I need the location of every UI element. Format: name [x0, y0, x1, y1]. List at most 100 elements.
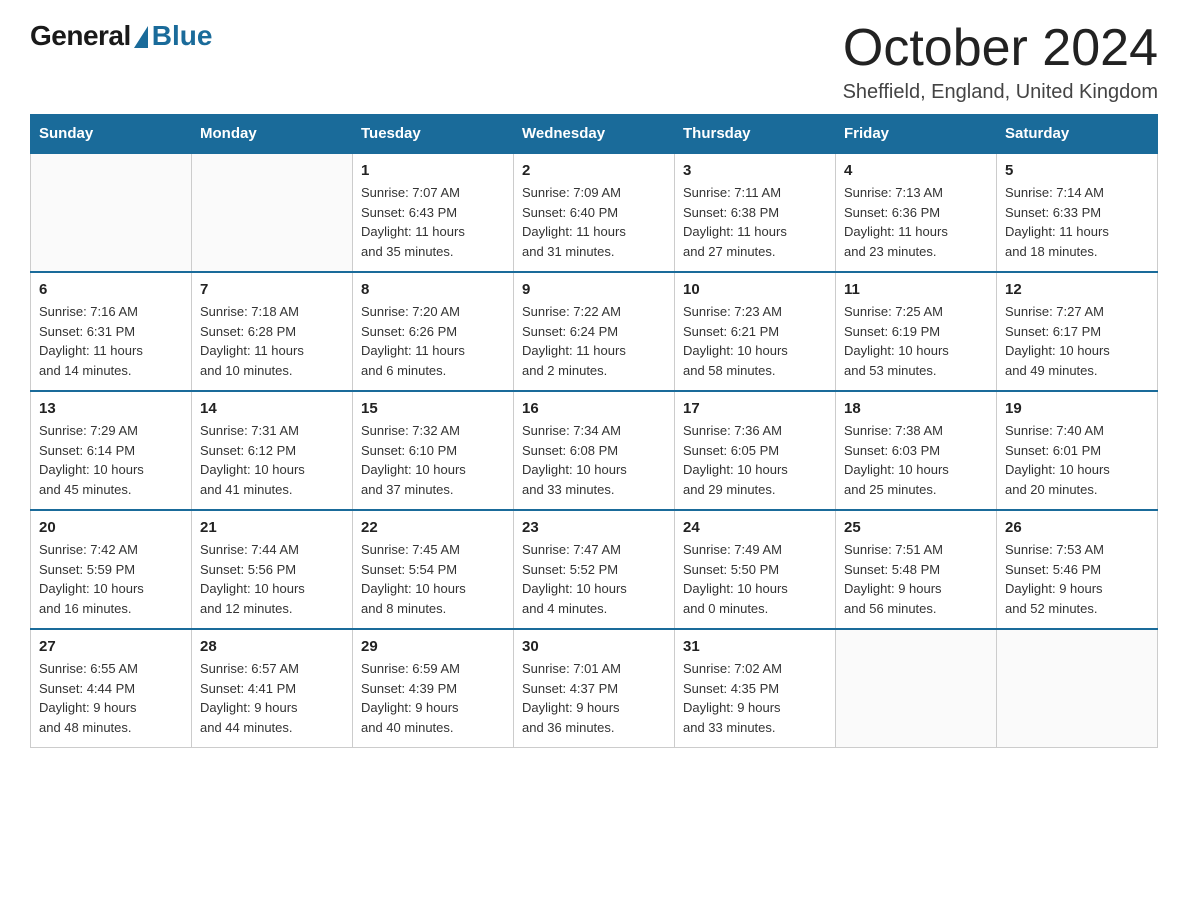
day-number: 16 [522, 400, 666, 417]
day-info: Sunrise: 7:22 AM Sunset: 6:24 PM Dayligh… [522, 302, 666, 380]
weekday-header-thursday: Thursday [675, 115, 836, 154]
day-number: 6 [39, 281, 183, 298]
location-label: Sheffield, England, United Kingdom [843, 81, 1158, 104]
calendar-header-row: SundayMondayTuesdayWednesdayThursdayFrid… [31, 115, 1158, 154]
day-number: 8 [361, 281, 505, 298]
day-info: Sunrise: 7:25 AM Sunset: 6:19 PM Dayligh… [844, 302, 988, 380]
calendar-cell: 22 Sunrise: 7:45 AM Sunset: 5:54 PM Dayli… [353, 510, 514, 629]
day-number: 4 [844, 162, 988, 179]
calendar-cell: 12 Sunrise: 7:27 AM Sunset: 6:17 PM Dayli… [997, 272, 1158, 391]
day-info: Sunrise: 7:34 AM Sunset: 6:08 PM Dayligh… [522, 421, 666, 499]
day-info: Sunrise: 7:11 AM Sunset: 6:38 PM Dayligh… [683, 183, 827, 261]
day-number: 10 [683, 281, 827, 298]
calendar-cell: 18 Sunrise: 7:38 AM Sunset: 6:03 PM Dayli… [836, 391, 997, 510]
day-number: 2 [522, 162, 666, 179]
logo-triangle-icon [134, 26, 148, 48]
day-info: Sunrise: 7:49 AM Sunset: 5:50 PM Dayligh… [683, 540, 827, 618]
calendar-cell: 17 Sunrise: 7:36 AM Sunset: 6:05 PM Dayli… [675, 391, 836, 510]
day-info: Sunrise: 7:32 AM Sunset: 6:10 PM Dayligh… [361, 421, 505, 499]
page-header: General Blue October 2024 Sheffield, Eng… [30, 20, 1158, 104]
day-info: Sunrise: 7:51 AM Sunset: 5:48 PM Dayligh… [844, 540, 988, 618]
day-info: Sunrise: 6:59 AM Sunset: 4:39 PM Dayligh… [361, 659, 505, 737]
calendar-table: SundayMondayTuesdayWednesdayThursdayFrid… [30, 114, 1158, 748]
day-info: Sunrise: 7:09 AM Sunset: 6:40 PM Dayligh… [522, 183, 666, 261]
day-info: Sunrise: 7:20 AM Sunset: 6:26 PM Dayligh… [361, 302, 505, 380]
day-number: 15 [361, 400, 505, 417]
calendar-week-row: 27Sunrise: 6:55 AM Sunset: 4:44 PM Dayli… [31, 629, 1158, 748]
calendar-cell: 19 Sunrise: 7:40 AM Sunset: 6:01 PM Dayli… [997, 391, 1158, 510]
day-number: 19 [1005, 400, 1149, 417]
calendar-cell: 8 Sunrise: 7:20 AM Sunset: 6:26 PM Daylig… [353, 272, 514, 391]
calendar-cell: 11 Sunrise: 7:25 AM Sunset: 6:19 PM Dayli… [836, 272, 997, 391]
day-number: 12 [1005, 281, 1149, 298]
day-number: 7 [200, 281, 344, 298]
day-number: 25 [844, 519, 988, 536]
calendar-cell: 10Sunrise: 7:23 AM Sunset: 6:21 PM Dayli… [675, 272, 836, 391]
day-number: 5 [1005, 162, 1149, 179]
calendar-cell: 5 Sunrise: 7:14 AM Sunset: 6:33 PM Daylig… [997, 153, 1158, 272]
day-number: 1 [361, 162, 505, 179]
weekday-header-monday: Monday [192, 115, 353, 154]
day-info: Sunrise: 6:55 AM Sunset: 4:44 PM Dayligh… [39, 659, 183, 737]
calendar-cell: 9 Sunrise: 7:22 AM Sunset: 6:24 PM Daylig… [514, 272, 675, 391]
day-info: Sunrise: 7:14 AM Sunset: 6:33 PM Dayligh… [1005, 183, 1149, 261]
calendar-cell: 3 Sunrise: 7:11 AM Sunset: 6:38 PM Daylig… [675, 153, 836, 272]
calendar-cell: 2 Sunrise: 7:09 AM Sunset: 6:40 PM Daylig… [514, 153, 675, 272]
logo-blue-text: Blue [152, 20, 213, 52]
day-info: Sunrise: 7:29 AM Sunset: 6:14 PM Dayligh… [39, 421, 183, 499]
calendar-cell: 7 Sunrise: 7:18 AM Sunset: 6:28 PM Daylig… [192, 272, 353, 391]
day-number: 22 [361, 519, 505, 536]
day-info: Sunrise: 7:27 AM Sunset: 6:17 PM Dayligh… [1005, 302, 1149, 380]
day-number: 21 [200, 519, 344, 536]
day-info: Sunrise: 7:13 AM Sunset: 6:36 PM Dayligh… [844, 183, 988, 261]
day-number: 17 [683, 400, 827, 417]
day-info: Sunrise: 6:57 AM Sunset: 4:41 PM Dayligh… [200, 659, 344, 737]
day-info: Sunrise: 7:18 AM Sunset: 6:28 PM Dayligh… [200, 302, 344, 380]
day-number: 31 [683, 638, 827, 655]
calendar-cell: 24 Sunrise: 7:49 AM Sunset: 5:50 PM Dayli… [675, 510, 836, 629]
weekday-header-tuesday: Tuesday [353, 115, 514, 154]
day-info: Sunrise: 7:16 AM Sunset: 6:31 PM Dayligh… [39, 302, 183, 380]
title-section: October 2024 Sheffield, England, United … [843, 20, 1158, 104]
calendar-cell: 26Sunrise: 7:53 AM Sunset: 5:46 PM Dayli… [997, 510, 1158, 629]
calendar-cell: 27Sunrise: 6:55 AM Sunset: 4:44 PM Dayli… [31, 629, 192, 748]
calendar-cell: 15 Sunrise: 7:32 AM Sunset: 6:10 PM Dayli… [353, 391, 514, 510]
calendar-week-row: 6 Sunrise: 7:16 AM Sunset: 6:31 PM Daylig… [31, 272, 1158, 391]
calendar-cell [836, 629, 997, 748]
day-number: 3 [683, 162, 827, 179]
calendar-week-row: 13 Sunrise: 7:29 AM Sunset: 6:14 PM Dayli… [31, 391, 1158, 510]
logo: General Blue [30, 20, 212, 52]
day-number: 14 [200, 400, 344, 417]
day-info: Sunrise: 7:01 AM Sunset: 4:37 PM Dayligh… [522, 659, 666, 737]
day-number: 23 [522, 519, 666, 536]
calendar-cell: 16 Sunrise: 7:34 AM Sunset: 6:08 PM Dayli… [514, 391, 675, 510]
day-info: Sunrise: 7:31 AM Sunset: 6:12 PM Dayligh… [200, 421, 344, 499]
calendar-cell: 29 Sunrise: 6:59 AM Sunset: 4:39 PM Dayli… [353, 629, 514, 748]
calendar-week-row: 20Sunrise: 7:42 AM Sunset: 5:59 PM Dayli… [31, 510, 1158, 629]
day-number: 9 [522, 281, 666, 298]
calendar-cell: 31 Sunrise: 7:02 AM Sunset: 4:35 PM Dayli… [675, 629, 836, 748]
day-number: 18 [844, 400, 988, 417]
day-info: Sunrise: 7:36 AM Sunset: 6:05 PM Dayligh… [683, 421, 827, 499]
day-number: 13 [39, 400, 183, 417]
calendar-cell: 21Sunrise: 7:44 AM Sunset: 5:56 PM Dayli… [192, 510, 353, 629]
day-info: Sunrise: 7:02 AM Sunset: 4:35 PM Dayligh… [683, 659, 827, 737]
day-number: 30 [522, 638, 666, 655]
calendar-cell: 23 Sunrise: 7:47 AM Sunset: 5:52 PM Dayli… [514, 510, 675, 629]
day-info: Sunrise: 7:47 AM Sunset: 5:52 PM Dayligh… [522, 540, 666, 618]
calendar-cell: 14 Sunrise: 7:31 AM Sunset: 6:12 PM Dayli… [192, 391, 353, 510]
day-info: Sunrise: 7:38 AM Sunset: 6:03 PM Dayligh… [844, 421, 988, 499]
logo-general-text: General [30, 20, 131, 52]
day-number: 11 [844, 281, 988, 298]
day-number: 24 [683, 519, 827, 536]
day-info: Sunrise: 7:42 AM Sunset: 5:59 PM Dayligh… [39, 540, 183, 618]
calendar-cell: 4 Sunrise: 7:13 AM Sunset: 6:36 PM Daylig… [836, 153, 997, 272]
calendar-cell [31, 153, 192, 272]
day-info: Sunrise: 7:40 AM Sunset: 6:01 PM Dayligh… [1005, 421, 1149, 499]
calendar-cell [192, 153, 353, 272]
day-number: 29 [361, 638, 505, 655]
month-title: October 2024 [843, 20, 1158, 77]
weekday-header-sunday: Sunday [31, 115, 192, 154]
day-info: Sunrise: 7:45 AM Sunset: 5:54 PM Dayligh… [361, 540, 505, 618]
calendar-cell: 25 Sunrise: 7:51 AM Sunset: 5:48 PM Dayli… [836, 510, 997, 629]
